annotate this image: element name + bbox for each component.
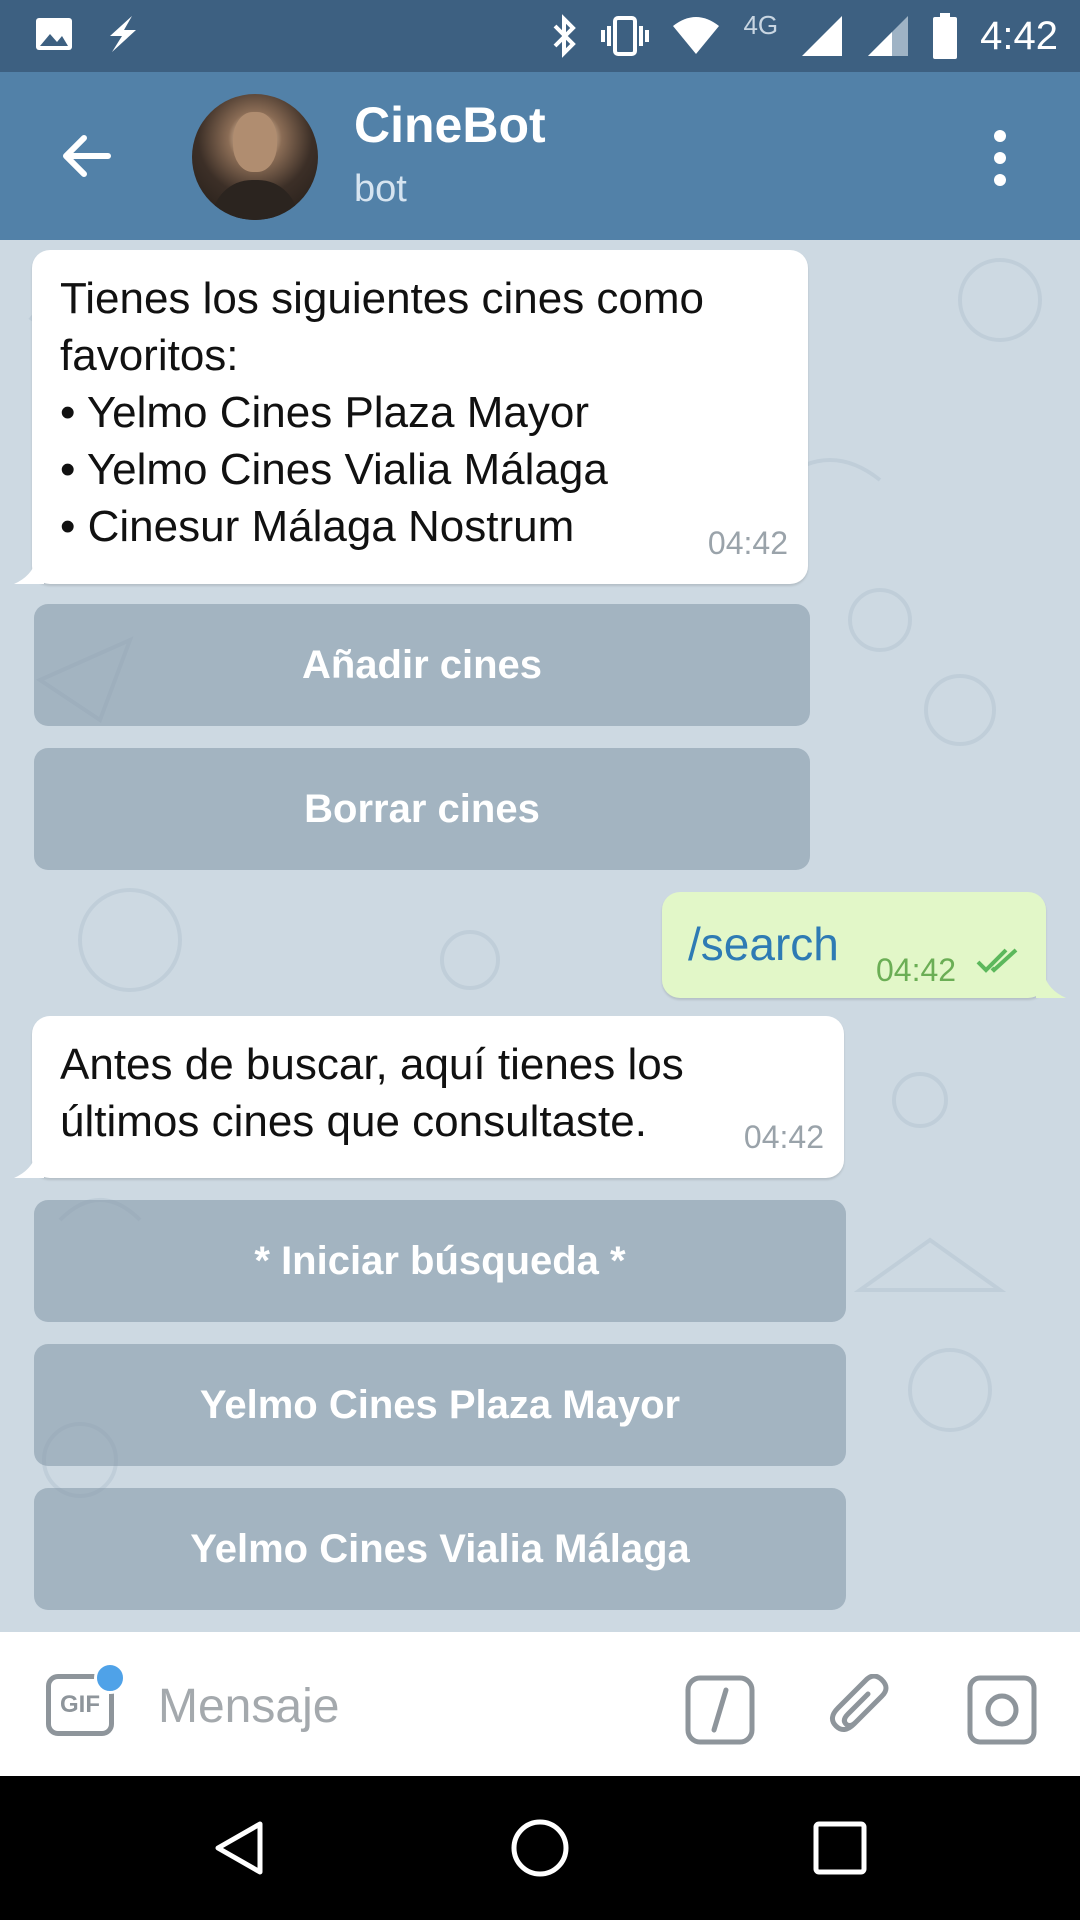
more-vert-icon[interactable] xyxy=(990,128,1010,188)
inline-button-cinema[interactable]: Yelmo Cines Plaza Mayor xyxy=(34,1344,846,1466)
double-check-icon xyxy=(976,948,1018,973)
battery-icon xyxy=(933,13,958,59)
message-time: 04:42 xyxy=(876,952,957,988)
message-time: 04:42 xyxy=(707,525,788,561)
image-icon xyxy=(36,18,72,50)
bubble-tail xyxy=(1036,974,1066,998)
bluetooth-icon xyxy=(554,14,577,58)
clock: 4:42 xyxy=(980,13,1058,58)
chat-header: CineBot bot xyxy=(0,72,1080,240)
signal-icon xyxy=(802,16,843,56)
incoming-message[interactable]: Antes de buscar, aquí tienes los últimos… xyxy=(32,1016,844,1178)
message-input-bar: GIF xyxy=(0,1632,1080,1776)
inline-button-cinema[interactable]: Yelmo Cines Vialia Málaga xyxy=(34,1488,846,1610)
back-arrow-icon[interactable] xyxy=(56,126,116,186)
slash-command-icon[interactable] xyxy=(684,1674,756,1746)
status-bar: 4G 4:42 xyxy=(0,0,1080,72)
message-line: • Yelmo Cines Plaza Mayor xyxy=(60,388,589,437)
signal-icon xyxy=(868,16,909,56)
chat-subtitle: bot xyxy=(354,168,407,210)
message-line: • Cinesur Málaga Nostrum xyxy=(60,502,575,551)
inline-button-delete-cinemas[interactable]: Borrar cines xyxy=(34,748,810,870)
message-line: Antes de buscar, aquí tienes los xyxy=(60,1040,684,1089)
attach-icon[interactable] xyxy=(826,1674,898,1746)
system-nav-bar xyxy=(0,1776,1080,1920)
wifi-icon xyxy=(673,17,720,54)
vibrate-icon xyxy=(601,16,650,56)
bubble-tail xyxy=(14,1154,44,1178)
message-line: últimos cines que consultaste. xyxy=(60,1097,647,1146)
message-time: 04:42 xyxy=(743,1119,824,1155)
chat-area[interactable]: Tienes los siguientes cines como favorit… xyxy=(0,240,1080,1632)
chat-title[interactable]: CineBot xyxy=(354,96,546,154)
message-line: favoritos: xyxy=(60,331,239,380)
camera-icon[interactable] xyxy=(966,1674,1038,1746)
outgoing-message[interactable]: /search 04:42 xyxy=(662,892,1046,998)
recents-icon[interactable] xyxy=(812,1820,868,1876)
avatar[interactable] xyxy=(192,94,318,220)
network-type: 4G xyxy=(743,9,779,40)
bubble-tail xyxy=(14,560,44,584)
flash-icon xyxy=(110,16,136,52)
message-line: • Yelmo Cines Vialia Málaga xyxy=(60,445,608,494)
message-line: Tienes los siguientes cines como xyxy=(60,274,705,323)
message-input[interactable] xyxy=(156,1670,660,1742)
home-icon[interactable] xyxy=(508,1816,572,1880)
message-text[interactable]: /search xyxy=(688,916,839,973)
notification-dot xyxy=(94,1662,126,1694)
back-icon[interactable] xyxy=(210,1818,270,1878)
incoming-message[interactable]: Tienes los siguientes cines como favorit… xyxy=(32,250,808,584)
inline-button-add-cinemas[interactable]: Añadir cines xyxy=(34,604,810,726)
inline-button-start-search[interactable]: * Iniciar búsqueda * xyxy=(34,1200,846,1322)
